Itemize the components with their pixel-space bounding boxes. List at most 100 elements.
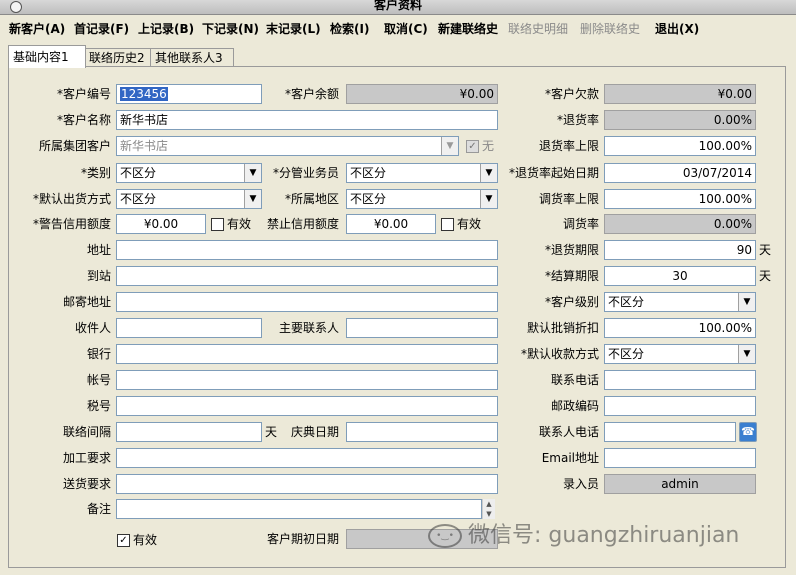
entered-by-label: 录入员 [562, 477, 599, 491]
contact-person-phone-field[interactable] [604, 422, 736, 442]
group-customer-value: 新华书店 [120, 139, 169, 153]
transfer-rate-field: 0.00% [604, 214, 756, 234]
contact-phone-field[interactable] [604, 370, 756, 390]
ban-credit-label: 禁止信用额度 [266, 217, 339, 231]
receiver-label: 收件人 [74, 321, 111, 335]
ban-credit-check-label: 有效 [457, 217, 482, 231]
station-label: 到站 [86, 269, 111, 283]
cancel-button[interactable]: 取消(C) [384, 20, 428, 37]
tax-no-field[interactable] [116, 396, 498, 416]
no-group-checkbox[interactable]: ✓ [466, 140, 479, 153]
group-customer-select[interactable]: 新华书店 ▼ [116, 136, 459, 156]
email-field[interactable] [604, 448, 756, 468]
bank-field[interactable] [116, 344, 498, 364]
default-ship-label: *默认出货方式 [32, 192, 111, 206]
return-rate-limit-field[interactable]: 100.00% [604, 136, 756, 156]
exit-button[interactable]: 退出(X) [655, 20, 699, 37]
salesman-select[interactable]: 不区分 ▼ [346, 163, 498, 183]
postcode-field[interactable] [604, 396, 756, 416]
ban-credit-field[interactable]: ¥0.00 [346, 214, 436, 234]
default-discount-label: 默认批销折扣 [526, 321, 599, 335]
chevron-down-icon: ▼ [738, 293, 755, 311]
contact-interval-label: 联络间隔 [62, 425, 111, 439]
phone-icon[interactable]: ☎ [739, 422, 757, 442]
transfer-limit-field[interactable]: 100.00% [604, 189, 756, 209]
ban-credit-checkbox[interactable] [441, 218, 454, 231]
address-label: 地址 [86, 243, 111, 257]
main-contact-field[interactable] [346, 318, 498, 338]
default-discount-field[interactable]: 100.00% [604, 318, 756, 338]
station-field[interactable] [116, 266, 498, 286]
new-customer-button[interactable]: 新客户(A) [9, 20, 65, 37]
balance-label: *客户余额 [284, 87, 339, 101]
default-payment-label: *默认收款方式 [520, 347, 599, 361]
transfer-rate-label: 调货率 [562, 217, 599, 231]
window-title: 客户资料 [373, 0, 422, 12]
tab-contact-history[interactable]: 联络历史2 [84, 48, 154, 67]
category-select[interactable]: 不区分 ▼ [116, 163, 262, 183]
mail-address-field[interactable] [116, 292, 498, 312]
chevron-down-icon: ▼ [441, 137, 458, 155]
address-field[interactable] [116, 240, 498, 260]
entered-by-field: admin [604, 474, 756, 494]
customer-level-label: *客户级别 [544, 295, 599, 309]
process-req-field[interactable] [116, 448, 498, 468]
tab-other-contacts[interactable]: 其他联系人3 [150, 48, 234, 67]
anniversary-label: 庆典日期 [290, 425, 339, 439]
init-date-label: 客户期初日期 [266, 532, 339, 546]
process-req-label: 加工要求 [62, 451, 111, 465]
region-label: *所属地区 [284, 192, 339, 206]
valid-label: 有效 [133, 533, 158, 547]
mail-address-label: 邮寄地址 [62, 295, 111, 309]
anniversary-field[interactable] [346, 422, 498, 442]
delivery-req-label: 送货要求 [62, 477, 111, 491]
customer-name-label: *客户名称 [56, 113, 111, 127]
settle-period-field[interactable]: 30 [604, 266, 756, 286]
wechat-watermark: •‿• 微信号: guangzhiruanjian [428, 520, 774, 552]
previous-record-button[interactable]: 上记录(B) [138, 20, 194, 37]
customer-id-value: 123456 [120, 87, 168, 101]
customer-name-field[interactable]: 新华书店 [116, 110, 498, 130]
delete-contact-history-button[interactable]: 删除联络史 [580, 20, 640, 37]
last-record-button[interactable]: 末记录(L) [266, 20, 321, 37]
warn-credit-label: *警告信用额度 [32, 217, 111, 231]
title-bar: 客户资料 [0, 0, 796, 15]
default-payment-select[interactable]: 不区分 ▼ [604, 344, 756, 364]
new-contact-history-button[interactable]: 新建联络史 [438, 20, 498, 37]
remark-textarea[interactable] [116, 499, 482, 519]
salesman-value: 不区分 [350, 166, 387, 180]
category-label: *类别 [80, 166, 111, 180]
account-field[interactable] [116, 370, 498, 390]
valid-checkbox[interactable]: ✓ [117, 534, 130, 547]
first-record-button[interactable]: 首记录(F) [74, 20, 129, 37]
customer-level-value: 不区分 [608, 295, 645, 309]
debt-label: *客户欠款 [544, 87, 599, 101]
tab-basic-info[interactable]: 基础内容1 [8, 45, 86, 68]
debt-field: ¥0.00 [604, 84, 756, 104]
remark-scrollbar[interactable]: ▲ ▼ [482, 499, 495, 519]
contact-interval-field[interactable] [116, 422, 262, 442]
warn-credit-checkbox[interactable] [211, 218, 224, 231]
default-ship-select[interactable]: 不区分 ▼ [116, 189, 262, 209]
next-record-button[interactable]: 下记录(N) [202, 20, 259, 37]
toolbar: 新客户(A) 首记录(F) 上记录(B) 下记录(N) 末记录(L) 检索(I)… [0, 15, 796, 41]
chevron-down-icon: ▼ [738, 345, 755, 363]
customer-level-select[interactable]: 不区分 ▼ [604, 292, 756, 312]
return-rate-field: 0.00% [604, 110, 756, 130]
form-panel: *客户编号 123456 *客户余额 ¥0.00 *客户欠款 ¥0.00 *客户… [8, 66, 786, 568]
chevron-down-icon: ▼ [480, 164, 497, 182]
search-button[interactable]: 检索(I) [330, 20, 369, 37]
contact-history-detail-button[interactable]: 联络史明细 [508, 20, 568, 37]
return-rate-start-label: *退货率起始日期 [508, 166, 599, 180]
contact-person-phone-label: 联系人电话 [538, 425, 599, 439]
region-value: 不区分 [350, 192, 387, 206]
region-select[interactable]: 不区分 ▼ [346, 189, 498, 209]
default-ship-value: 不区分 [120, 192, 157, 206]
delivery-req-field[interactable] [116, 474, 498, 494]
email-label: Email地址 [541, 451, 599, 465]
return-period-field[interactable]: 90 [604, 240, 756, 260]
customer-id-field[interactable]: 123456 [116, 84, 262, 104]
receiver-field[interactable] [116, 318, 262, 338]
warn-credit-field[interactable]: ¥0.00 [116, 214, 206, 234]
return-rate-start-field[interactable]: 03/07/2014 [604, 163, 756, 183]
